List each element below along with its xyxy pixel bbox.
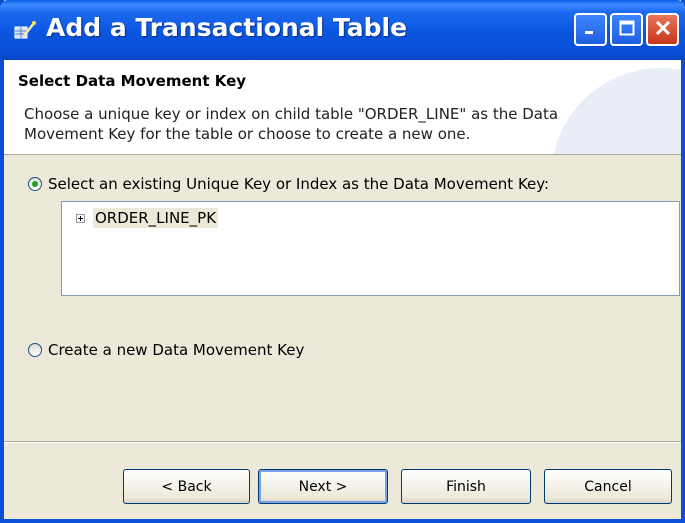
finish-button[interactable]: Finish <box>401 469 531 504</box>
create-key-radio[interactable] <box>28 343 42 357</box>
minimize-icon <box>582 19 600 41</box>
option-create-key[interactable]: Create a new Data Movement Key <box>28 341 304 359</box>
window-title: Add a Transactional Table <box>46 13 408 42</box>
tree-item[interactable]: ORDER_LINE_PK <box>76 208 219 228</box>
cancel-button[interactable]: Cancel <box>544 469 672 504</box>
plus-expander-icon[interactable] <box>76 213 85 223</box>
wizard-dialog: Add a Transactional Table Select Data Mo… <box>0 0 685 523</box>
wizard-header: Select Data Movement Key Choose a unique… <box>4 60 681 155</box>
create-key-label: Create a new Data Movement Key <box>48 341 305 359</box>
close-button[interactable] <box>646 13 679 46</box>
title-bar[interactable]: Add a Transactional Table <box>0 0 685 60</box>
page-description: Choose a unique key or index on child ta… <box>24 105 559 143</box>
existing-key-label: Select an existing Unique Key or Index a… <box>48 175 550 193</box>
button-bar-divider <box>4 441 681 443</box>
maximize-icon <box>618 19 636 41</box>
key-name[interactable]: ORDER_LINE_PK <box>93 208 219 228</box>
back-button[interactable]: < Back <box>123 469 250 504</box>
page-title: Select Data Movement Key <box>18 72 247 90</box>
existing-key-radio[interactable] <box>28 177 42 191</box>
maximize-button[interactable] <box>610 13 643 46</box>
key-list[interactable]: ORDER_LINE_PK <box>61 201 680 296</box>
minimize-button[interactable] <box>574 13 607 46</box>
wizard-app-icon <box>14 20 36 42</box>
next-button[interactable]: Next > <box>258 469 388 504</box>
close-icon <box>654 19 672 41</box>
option-existing-key[interactable]: Select an existing Unique Key or Index a… <box>28 175 549 193</box>
